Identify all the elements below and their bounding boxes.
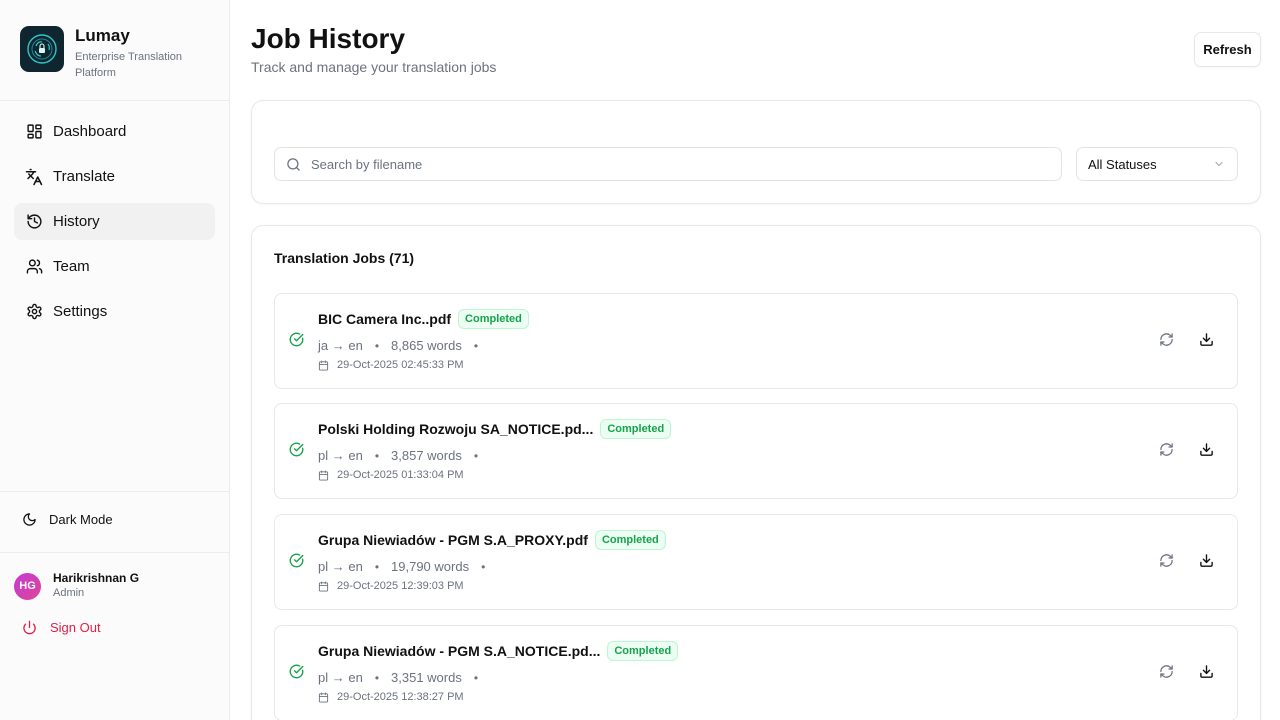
search-box[interactable] xyxy=(274,147,1062,181)
user-profile[interactable]: HG Harikrishnan G Admin xyxy=(14,571,139,601)
filter-card: All Statuses xyxy=(251,100,1261,204)
avatar: HG xyxy=(14,572,41,600)
calendar-icon xyxy=(318,580,329,592)
dashboard-grid-icon xyxy=(25,123,43,141)
sidebar-item-team[interactable]: Team xyxy=(14,248,215,285)
list-item[interactable]: Grupa Niewiadów - PGM S.A_PROXY.pdf Comp… xyxy=(274,514,1238,610)
sidebar-divider xyxy=(0,100,230,101)
sidebar-divider xyxy=(0,491,230,492)
job-word-count: 8,865 words xyxy=(391,338,462,353)
retry-icon[interactable] xyxy=(1159,553,1174,568)
dark-mode-toggle[interactable]: Dark Mode xyxy=(22,512,113,527)
check-circle-icon xyxy=(289,664,304,679)
brand[interactable]: Lumay Enterprise Translation Platform xyxy=(20,26,195,81)
job-filename: Polski Holding Rozwoju SA_NOTICE.pd... xyxy=(318,421,594,437)
sidebar-item-dashboard[interactable]: Dashboard xyxy=(14,113,215,150)
status-badge: Completed xyxy=(600,419,672,439)
job-date: 29-Oct-2025 02:45:33 PM xyxy=(337,359,464,371)
job-date: 29-Oct-2025 12:39:03 PM xyxy=(337,580,464,592)
job-word-count: 3,857 words xyxy=(391,448,462,463)
retry-icon[interactable] xyxy=(1159,442,1174,457)
status-badge: Completed xyxy=(607,641,679,661)
sidebar-item-label: Team xyxy=(53,258,90,275)
check-circle-icon xyxy=(289,442,304,457)
download-icon[interactable] xyxy=(1199,332,1214,347)
check-circle-icon xyxy=(289,553,304,568)
list-item[interactable]: BIC Camera Inc..pdf Completed ja → en • … xyxy=(274,293,1238,389)
dark-mode-label: Dark Mode xyxy=(49,512,113,527)
sidebar-nav: Dashboard Translate History Team Setting… xyxy=(14,113,215,338)
team-icon xyxy=(25,258,43,276)
lumay-logo xyxy=(20,26,64,72)
user-role: Admin xyxy=(53,587,85,599)
calendar-icon xyxy=(318,691,329,703)
jobs-title: Translation Jobs (71) xyxy=(274,250,415,266)
history-icon xyxy=(25,213,43,231)
page-title: Job History xyxy=(251,23,406,54)
job-date: 29-Oct-2025 12:38:27 PM xyxy=(337,691,464,703)
status-badge: Completed xyxy=(594,530,666,550)
retry-icon[interactable] xyxy=(1159,332,1174,347)
calendar-icon xyxy=(318,469,329,481)
chevron-down-icon xyxy=(1213,158,1225,170)
sign-out-button[interactable]: Sign Out xyxy=(22,620,101,635)
download-icon[interactable] xyxy=(1199,442,1214,457)
gear-icon xyxy=(25,303,43,321)
status-filter-select[interactable]: All Statuses xyxy=(1076,147,1238,181)
user-name: Harikrishnan G xyxy=(53,571,140,585)
sidebar: Lumay Enterprise Translation Platform Da… xyxy=(0,0,230,720)
sidebar-item-settings[interactable]: Settings xyxy=(14,293,215,330)
sidebar-item-label: Translate xyxy=(53,168,115,185)
job-filename: BIC Camera Inc..pdf xyxy=(318,311,452,327)
brand-name: Lumay xyxy=(75,26,130,45)
sidebar-item-label: Settings xyxy=(53,303,108,320)
download-icon[interactable] xyxy=(1199,553,1214,568)
list-item[interactable]: Polski Holding Rozwoju SA_NOTICE.pd... C… xyxy=(274,403,1238,499)
status-badge: Completed xyxy=(458,309,529,329)
power-icon xyxy=(22,620,37,635)
job-filename: Grupa Niewiadów - PGM S.A_PROXY.pdf xyxy=(318,532,588,548)
check-circle-icon xyxy=(289,332,304,347)
page-subtitle: Track and manage your translation jobs xyxy=(251,59,497,75)
search-icon xyxy=(286,157,301,172)
download-icon[interactable] xyxy=(1199,664,1214,679)
search-input[interactable] xyxy=(311,156,1011,172)
job-date: 29-Oct-2025 01:33:04 PM xyxy=(337,469,464,481)
calendar-icon xyxy=(318,359,329,371)
sidebar-item-translate[interactable]: Translate xyxy=(14,158,215,195)
job-word-count: 3,351 words xyxy=(391,670,462,685)
sign-out-label: Sign Out xyxy=(50,620,101,635)
jobs-card: Translation Jobs (71) BIC Camera Inc..pd… xyxy=(251,225,1261,720)
job-languages: pl → en xyxy=(318,670,363,685)
sidebar-item-label: History xyxy=(53,213,100,230)
job-languages: ja → en xyxy=(318,338,363,353)
status-filter-value: All Statuses xyxy=(1088,156,1157,172)
job-filename: Grupa Niewiadów - PGM S.A_NOTICE.pd... xyxy=(318,643,601,659)
sidebar-divider xyxy=(0,552,230,553)
job-languages: pl → en xyxy=(318,559,363,574)
refresh-button[interactable]: Refresh xyxy=(1194,32,1261,67)
job-languages: pl → en xyxy=(318,448,363,463)
job-word-count: 19,790 words xyxy=(391,559,470,574)
translate-icon xyxy=(25,168,43,186)
moon-icon xyxy=(22,512,37,527)
sidebar-item-history[interactable]: History xyxy=(14,203,215,240)
sidebar-item-label: Dashboard xyxy=(53,123,127,140)
brand-subtitle: Enterprise Translation Platform xyxy=(75,51,182,79)
retry-icon[interactable] xyxy=(1159,664,1174,679)
list-item[interactable]: Grupa Niewiadów - PGM S.A_NOTICE.pd... C… xyxy=(274,625,1238,720)
